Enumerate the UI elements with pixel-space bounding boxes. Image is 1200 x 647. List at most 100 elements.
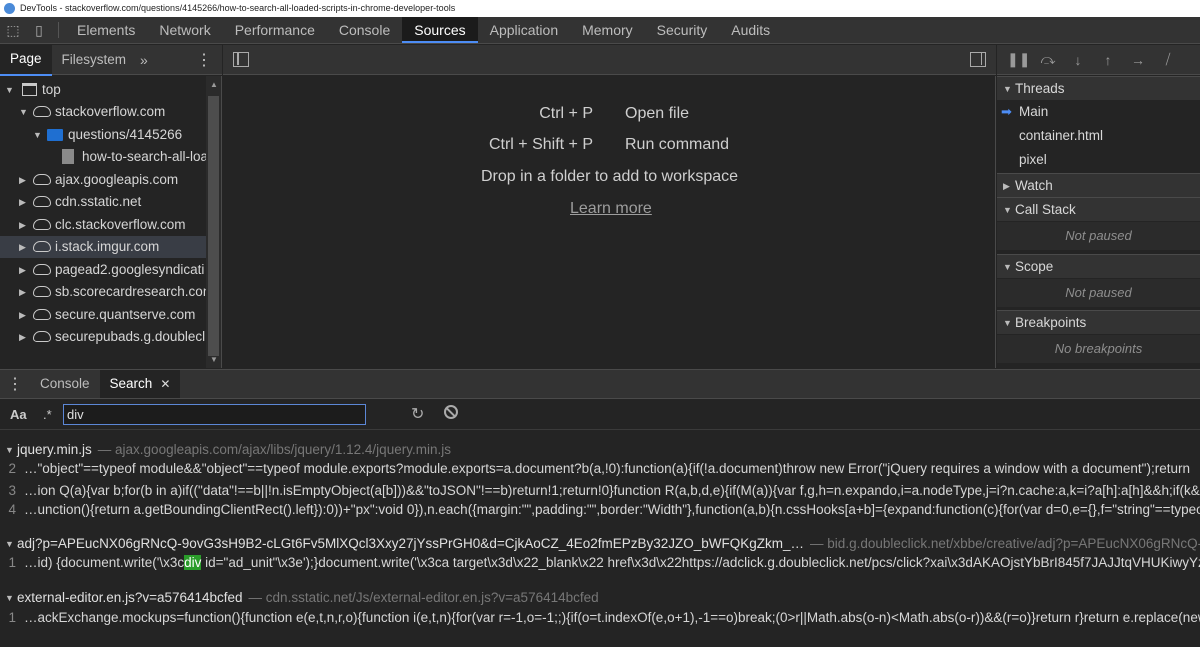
tree-item-pagead2[interactable]: ▶ pagead2.googlesyndicati (0, 259, 206, 281)
match-case-toggle[interactable]: Aa (10, 407, 27, 422)
result-line[interactable]: 1 …ackExchange.mockups=function(){functi… (0, 607, 1200, 629)
breakpoints-section-header[interactable]: ▼ Breakpoints (997, 310, 1200, 334)
regex-toggle[interactable]: .* (43, 407, 52, 422)
close-icon[interactable]: ✕ (160, 370, 170, 398)
shortcut-action-run-command: Run command (625, 136, 730, 153)
tab-console[interactable]: Console (327, 17, 402, 43)
tree-item-clc-stackoverflow[interactable]: ▶ clc.stackoverflow.com (0, 214, 206, 236)
tab-sources[interactable]: Sources (402, 17, 478, 43)
scope-section-header[interactable]: ▼ Scope (997, 254, 1200, 278)
tree-item-ajax-googleapis[interactable]: ▶ ajax.googleapis.com (0, 169, 206, 191)
drawer-tab-search[interactable]: Search ✕ (99, 370, 181, 398)
expand-down-icon: ▼ (19, 107, 28, 117)
tab-filesystem[interactable]: Filesystem (52, 45, 137, 75)
cloud-icon (33, 264, 51, 275)
expand-right-icon: ▶ (19, 220, 26, 230)
deactivate-breakpoints-icon[interactable]: ⧸ (1157, 51, 1179, 68)
search-match-highlight: div (184, 555, 202, 570)
tab-memory[interactable]: Memory (570, 17, 645, 43)
shortcut-action-open-file: Open file (625, 105, 690, 122)
expand-right-icon: ▶ (19, 265, 26, 275)
tree-item-cdn-sstatic[interactable]: ▶ cdn.sstatic.net (0, 191, 206, 213)
expand-down-icon: ▼ (1003, 205, 1012, 215)
tab-audits[interactable]: Audits (719, 17, 782, 43)
tree-item-securepubads[interactable]: ▶ securepubads.g.doublecli (0, 326, 206, 348)
tab-elements[interactable]: Elements (65, 17, 147, 43)
expand-right-icon: ▶ (19, 287, 26, 297)
expand-right-icon: ▶ (19, 332, 26, 342)
result-line[interactable]: 4 …unction(){return a.getBoundingClientR… (0, 499, 1200, 521)
shortcut-keys-open-file: Ctrl + P (539, 105, 593, 122)
tree-item-scorecardresearch[interactable]: ▶ sb.scorecardresearch.com (0, 281, 206, 303)
cloud-icon (33, 241, 51, 252)
drawer-tab-console[interactable]: Console (30, 370, 100, 398)
toolbar-divider (58, 22, 59, 38)
cloud-icon (33, 331, 51, 342)
scroll-up-icon[interactable]: ▲ (210, 80, 218, 89)
expand-down-icon: ▼ (5, 593, 14, 603)
expand-right-icon: ▶ (19, 175, 26, 185)
device-toolbar-icon[interactable]: ▯ (26, 17, 52, 43)
file-tree: ▼ top ▼ stackoverflow.com ▼ questions/41… (0, 76, 222, 368)
tree-scrollbar[interactable]: ▲ ▼ (206, 76, 221, 368)
toggle-navigator-icon[interactable] (233, 52, 249, 67)
step-over-icon[interactable]: ⤼ (1037, 51, 1059, 68)
search-input[interactable] (63, 404, 366, 425)
navigator-tabs: Page Filesystem » ⋮ (0, 43, 222, 76)
inspect-element-icon[interactable]: ⬚ (0, 17, 26, 43)
result-line[interactable]: 2 …"object"==typeof module&&"object"==ty… (0, 458, 1200, 480)
frame-icon (22, 83, 37, 96)
clear-search-icon[interactable] (444, 405, 458, 419)
search-toolbar: Aa .* ↻ (0, 400, 1200, 430)
window-titlebar: DevTools - stackoverflow.com/questions/4… (0, 0, 1200, 17)
tree-item-imgur[interactable]: ▶ i.stack.imgur.com (0, 236, 206, 258)
expand-right-icon: ▶ (1003, 181, 1010, 191)
cloud-icon (33, 106, 51, 117)
call-stack-section-header[interactable]: ▼ Call Stack (997, 197, 1200, 221)
call-stack-not-paused: Not paused (997, 222, 1200, 250)
expand-down-icon: ▼ (1003, 84, 1012, 94)
no-breakpoints: No breakpoints (997, 335, 1200, 363)
expand-right-icon: ▶ (19, 242, 26, 252)
tree-item-html-file[interactable]: how-to-search-all-loa (0, 146, 206, 168)
scrollbar-thumb[interactable] (208, 96, 219, 356)
tab-network[interactable]: Network (147, 17, 222, 43)
cloud-icon (33, 219, 51, 230)
thread-container[interactable]: container.html (997, 124, 1200, 148)
tree-item-questions-folder[interactable]: ▼ questions/4145266 (0, 124, 206, 146)
threads-section-header[interactable]: ▼ Threads (997, 76, 1200, 100)
step-into-icon[interactable]: ↓ (1067, 52, 1089, 68)
learn-more-link[interactable]: Learn more (570, 200, 652, 218)
shortcut-keys-run-command: Ctrl + Shift + P (488, 136, 593, 153)
scope-not-paused: Not paused (997, 279, 1200, 307)
tab-security[interactable]: Security (645, 17, 720, 43)
expand-right-icon: ▶ (19, 197, 26, 207)
drawer-menu-icon[interactable]: ⋮ (0, 374, 30, 394)
watch-section-header[interactable]: ▶ Watch (997, 173, 1200, 197)
step-icon[interactable]: → (1127, 52, 1149, 68)
tab-page[interactable]: Page (0, 43, 52, 76)
tab-performance[interactable]: Performance (223, 17, 327, 43)
refresh-icon[interactable]: ↻ (411, 404, 424, 424)
thread-main[interactable]: ➡ Main (997, 100, 1200, 124)
debugger-sidebar: ▼ Threads ➡ Main container.html pixel ▶ … (997, 76, 1200, 368)
tab-application[interactable]: Application (478, 17, 571, 43)
tree-item-stackoverflow[interactable]: ▼ stackoverflow.com (0, 101, 206, 123)
devtools-icon (4, 3, 15, 14)
toggle-debugger-icon[interactable] (970, 52, 986, 67)
more-options-icon[interactable]: ⋮ (196, 50, 212, 70)
scroll-down-icon[interactable]: ▼ (210, 355, 218, 364)
more-tabs-icon[interactable]: » (140, 52, 148, 68)
expand-down-icon: ▼ (5, 85, 14, 95)
cloud-icon (33, 174, 51, 185)
window-title: DevTools - stackoverflow.com/questions/4… (20, 3, 456, 13)
thread-pixel[interactable]: pixel (997, 148, 1200, 172)
tree-item-quantserve[interactable]: ▶ secure.quantserve.com (0, 304, 206, 326)
step-out-icon[interactable]: ↑ (1097, 52, 1119, 68)
file-icon (62, 149, 74, 164)
result-line[interactable]: 1 …id) {document.write('\x3cdiv id="ad_u… (0, 552, 1200, 574)
debugger-toolbar: ❚❚ ⤼ ↓ ↑ → ⧸ (997, 45, 1200, 75)
result-file-external-editor[interactable]: ▼ external-editor.en.js?v=a576414bcfed — … (0, 587, 1200, 609)
tree-item-top[interactable]: ▼ top (0, 79, 206, 101)
pause-icon[interactable]: ❚❚ (1007, 51, 1030, 68)
